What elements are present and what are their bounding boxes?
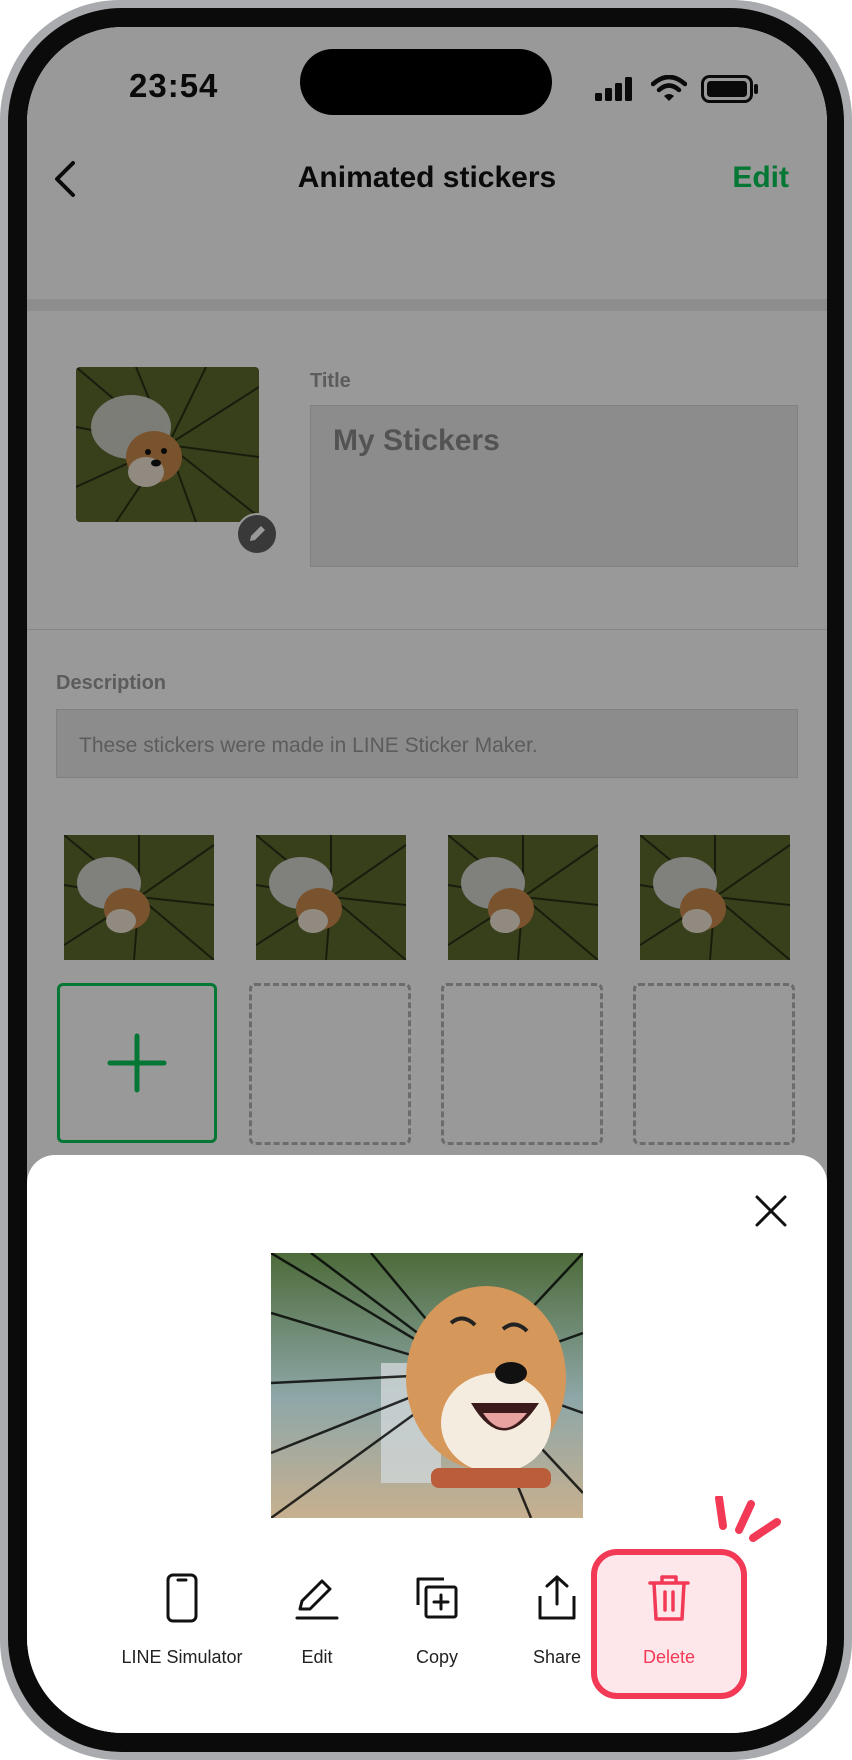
pencil-icon: [295, 1579, 339, 1620]
screen: 23:54 Animated stickers Edit Title My St…: [27, 27, 827, 1733]
copy-icon: [416, 1577, 458, 1619]
phone-icon: [166, 1573, 198, 1623]
emphasis-burst-icon: [715, 1496, 781, 1542]
sticker-preview-image: [271, 1253, 583, 1518]
action-label: Delete: [642, 1647, 696, 1667]
close-icon[interactable]: [751, 1191, 791, 1231]
trash-icon: [648, 1575, 690, 1621]
delete-sticker-button[interactable]: Delete: [594, 1567, 744, 1668]
action-label: LINE Simulator: [121, 1647, 243, 1667]
share-icon: [538, 1575, 576, 1620]
line-simulator-button[interactable]: LINE Simulator: [107, 1567, 257, 1668]
